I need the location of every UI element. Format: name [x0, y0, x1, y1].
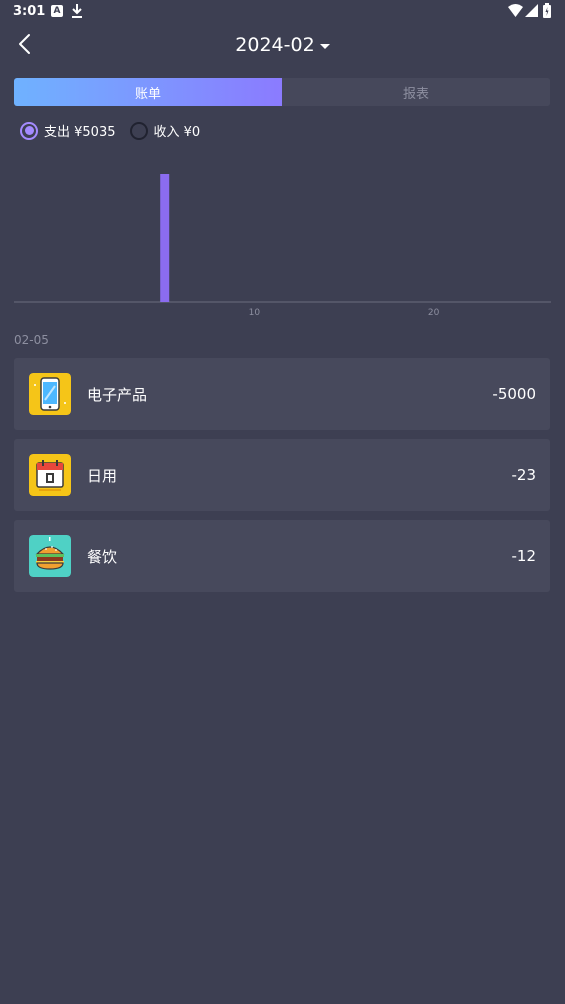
- type-filter: 支出 ¥5035 收入 ¥0: [20, 121, 200, 140]
- month-dropdown[interactable]: 2024-02: [235, 34, 330, 56]
- radio-selected-icon: [20, 121, 38, 140]
- transaction-amount: -23: [511, 466, 537, 484]
- caret-down-icon: [319, 43, 330, 49]
- calendar-icon: [29, 454, 71, 496]
- transaction-category: 电子产品: [87, 385, 148, 404]
- tab-reports[interactable]: 报表: [282, 78, 550, 106]
- expense-radio[interactable]: 支出 ¥5035: [20, 121, 116, 140]
- expense-label: 支出 ¥5035: [44, 125, 116, 140]
- date-group-label: 02-05: [14, 333, 49, 347]
- status-time: 3:01: [13, 4, 46, 19]
- month-value: 2024-02: [235, 34, 315, 56]
- income-label: 收入 ¥0: [153, 125, 201, 140]
- transaction-category: 日用: [87, 466, 118, 485]
- tab-bills[interactable]: 账单: [14, 78, 282, 106]
- transaction-row[interactable]: 餐饮 -12: [14, 520, 550, 592]
- transaction-amount: -12: [511, 547, 537, 565]
- battery-icon: [543, 3, 551, 18]
- chart-tick-label: 10: [249, 308, 261, 318]
- radio-unselected-icon: [129, 121, 148, 140]
- transaction-row[interactable]: 电子产品 -5000: [14, 358, 550, 430]
- burger-icon: [29, 535, 71, 577]
- income-radio[interactable]: 收入 ¥0: [129, 121, 201, 140]
- month-selector: 2024-02: [0, 34, 565, 56]
- transaction-category: 餐饮: [87, 547, 118, 566]
- a-notification-icon: A: [51, 5, 63, 17]
- wifi-icon: [508, 4, 523, 17]
- signal-icon: [525, 4, 538, 17]
- download-icon: [72, 4, 82, 18]
- transaction-list: 电子产品 -5000 日用 -23 餐饮 -12: [14, 358, 550, 601]
- chart-tick-label: 20: [428, 308, 440, 318]
- transaction-amount: -5000: [492, 385, 536, 403]
- status-bar: 3:01 A: [0, 0, 565, 24]
- bill-page: 3:01 A 2024-02 账单 报表 支出 ¥5035 收入 ¥0 10 2…: [0, 0, 565, 1004]
- transaction-row[interactable]: 日用 -23: [14, 439, 550, 511]
- smartphone-icon: [29, 373, 71, 415]
- view-tabs: 账单 报表: [14, 78, 550, 106]
- daily-expense-chart: 10 20: [14, 174, 551, 318]
- chart-bar: [160, 174, 170, 302]
